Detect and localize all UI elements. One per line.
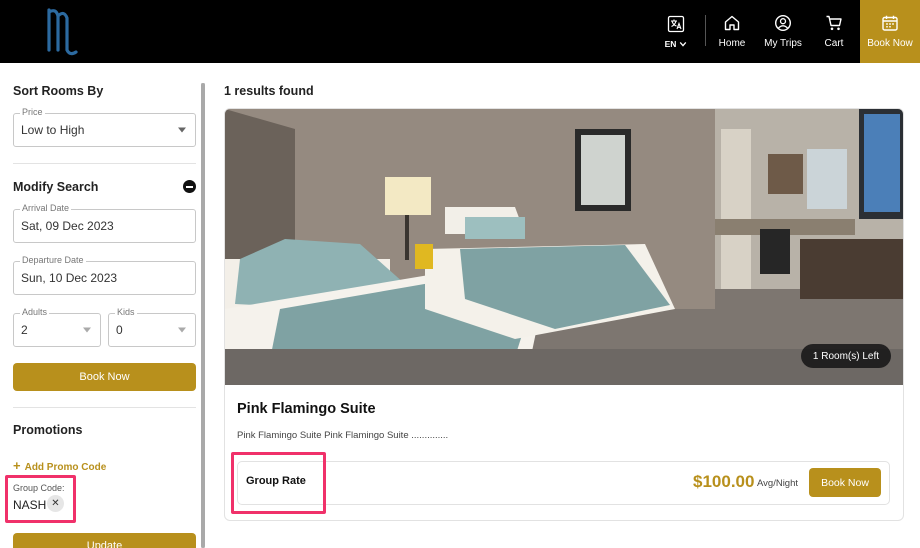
chevron-down-icon — [680, 41, 687, 47]
room-title[interactable]: Pink Flamingo Suite — [237, 401, 376, 417]
promotions-title: Promotions — [13, 423, 83, 437]
plus-icon: + — [13, 458, 21, 473]
sort-value: Low to High — [21, 123, 85, 137]
divider — [13, 407, 196, 408]
nav-my-trips[interactable]: My Trips — [761, 0, 805, 63]
kids-select[interactable]: Kids 0 — [108, 307, 196, 347]
language-selector[interactable]: EN — [660, 0, 692, 63]
dropdown-arrow-icon — [178, 127, 186, 133]
sort-title: Sort Rooms By — [13, 84, 104, 98]
kids-value: 0 — [116, 323, 123, 337]
dropdown-arrow-icon — [178, 327, 186, 333]
calendar-icon — [882, 15, 898, 31]
room-card — [224, 108, 904, 521]
rate-price-unit: Avg/Night — [757, 478, 799, 489]
group-code-highlight — [5, 475, 76, 523]
rate-book-now-button[interactable]: Book Now — [809, 468, 881, 497]
nav-home-label: Home — [718, 38, 746, 49]
dropdown-arrow-icon — [83, 327, 91, 333]
divider — [13, 163, 196, 164]
add-promo-code-link[interactable]: + Add Promo Code — [13, 458, 106, 473]
sort-label: Price — [20, 107, 45, 117]
rooms-left-badge: 1 Room(s) Left — [801, 344, 891, 368]
nav-home[interactable]: Home — [713, 0, 751, 63]
room-photo[interactable] — [225, 109, 904, 385]
sidebar-scrollbar-thumb[interactable] — [201, 83, 205, 548]
nav-book-now[interactable]: Book Now — [860, 0, 920, 63]
home-icon — [724, 15, 740, 31]
nav-my-trips-label: My Trips — [764, 38, 802, 49]
arrival-date-label: Arrival Date — [20, 203, 72, 213]
top-navigation-bar: EN Home My Trips Cart Book Now — [0, 0, 920, 63]
update-promo-button[interactable]: Update — [13, 533, 196, 548]
rate-price: $100.00 — [693, 472, 755, 491]
departure-date-field[interactable]: Departure Date Sun, 10 Dec 2023 — [13, 255, 196, 295]
user-icon — [774, 14, 792, 32]
adults-select[interactable]: Adults 2 — [13, 307, 101, 347]
adults-label: Adults — [20, 307, 50, 317]
sidebar-book-now-button[interactable]: Book Now — [13, 363, 196, 391]
room-description: Pink Flamingo Suite Pink Flamingo Suite … — [237, 430, 449, 441]
nav-cart[interactable]: Cart — [818, 0, 850, 63]
arrival-date-field[interactable]: Arrival Date Sat, 09 Dec 2023 — [13, 203, 196, 243]
results-count: 1 results found — [224, 84, 314, 98]
departure-date-label: Departure Date — [20, 255, 86, 265]
arrival-date-value: Sat, 09 Dec 2023 — [21, 219, 114, 233]
nav-book-now-label: Book Now — [867, 38, 913, 49]
cart-icon — [826, 15, 842, 31]
departure-date-value: Sun, 10 Dec 2023 — [21, 271, 118, 285]
group-rate-highlight — [231, 452, 326, 514]
language-label: EN — [664, 38, 677, 49]
add-promo-code-label: Add Promo Code — [24, 462, 107, 473]
brand-logo-icon[interactable] — [44, 6, 84, 56]
modify-search-title: Modify Search — [13, 180, 99, 194]
nav-divider — [705, 15, 706, 46]
nav-cart-label: Cart — [824, 38, 844, 49]
adults-value: 2 — [21, 323, 28, 337]
kids-label: Kids — [115, 307, 137, 317]
collapse-icon[interactable] — [183, 180, 196, 193]
translate-icon — [667, 15, 685, 32]
sort-select[interactable]: Price Low to High — [13, 107, 196, 147]
